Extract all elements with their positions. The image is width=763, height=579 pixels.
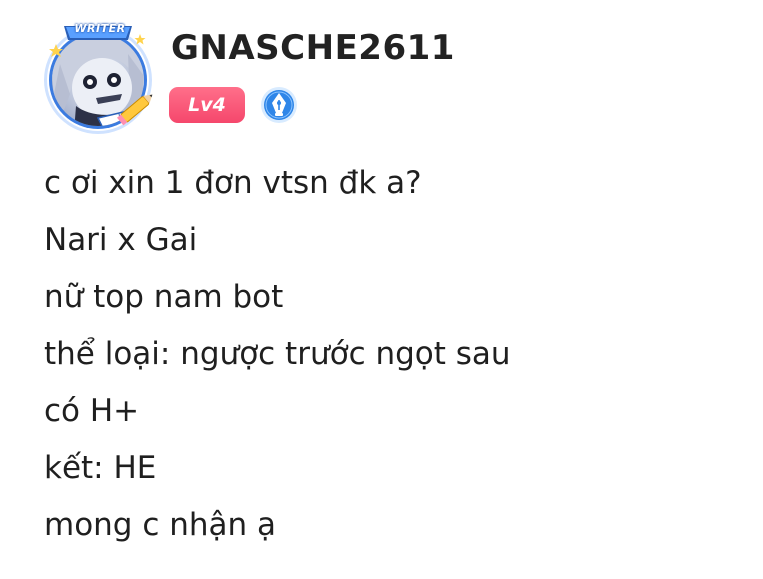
post-line: có H+ — [44, 393, 140, 429]
username[interactable]: GNASCHE2611 — [171, 28, 455, 68]
post-header: WRITER GNASCHE2611 Lv4 — [0, 0, 763, 140]
post-line: kết: HE — [44, 450, 157, 486]
level-badge: Lv4 — [169, 87, 245, 123]
post-content: c ơi xin 1 đơn vtsn đk a? Nari x Gai nữ … — [44, 155, 744, 554]
post-line: mong c nhận ạ — [44, 507, 277, 543]
post-line: Nari x Gai — [44, 222, 198, 258]
post-line: thể loại: ngược trước ngọt sau — [44, 336, 511, 372]
avatar[interactable]: WRITER — [36, 14, 160, 138]
fountain-pen-icon — [260, 86, 298, 124]
post-line: c ơi xin 1 đơn vtsn đk a? — [44, 165, 422, 201]
writer-badge-label: WRITER — [74, 22, 126, 35]
post-line: nữ top nam bot — [44, 279, 284, 315]
